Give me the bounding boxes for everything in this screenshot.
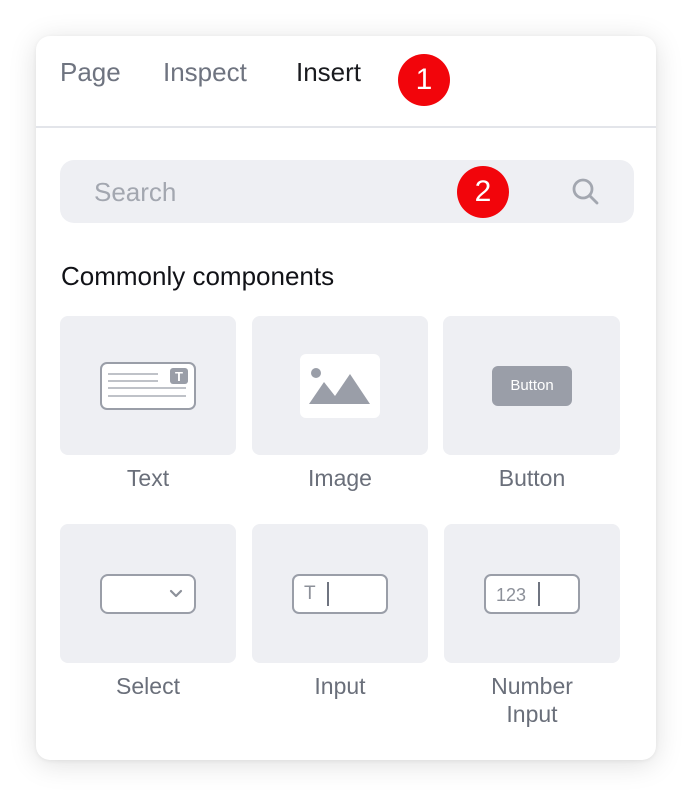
component-tile-number-input[interactable]: 123	[444, 524, 620, 663]
component-tile-button[interactable]: Button	[443, 316, 620, 455]
tab-page[interactable]: Page	[60, 56, 121, 88]
component-label-select: Select	[116, 673, 180, 699]
component-label-input: Input	[314, 673, 366, 699]
insert-panel: Page Inspect Insert 1 2 Commonly compone…	[36, 36, 656, 760]
text-icon: T	[100, 362, 196, 410]
section-title: Commonly components	[61, 261, 335, 291]
annotation-badge-2: 2	[457, 166, 509, 218]
component-label-image: Image	[308, 465, 372, 491]
number-input-icon: 123	[484, 574, 580, 614]
component-label-button: Button	[498, 465, 566, 491]
component-label-text: Text	[126, 465, 170, 491]
text-cursor	[327, 582, 329, 606]
tab-inspect[interactable]: Inspect	[163, 56, 247, 88]
text-cursor	[538, 582, 540, 606]
number-input-preview-text: 123	[496, 585, 527, 605]
image-icon	[300, 354, 380, 418]
tab-insert[interactable]: Insert	[296, 56, 361, 88]
component-tile-text[interactable]: T	[60, 316, 236, 455]
tab-bar: Page Inspect Insert 1	[36, 36, 656, 128]
annotation-badge-1: 1	[398, 54, 450, 106]
component-label-line: Input	[506, 701, 558, 727]
search-bar: 2	[60, 160, 634, 223]
input-icon: T	[292, 574, 388, 614]
component-tile-image[interactable]	[252, 316, 428, 455]
component-label-number-input: Number Input	[444, 672, 620, 728]
component-label-line: Number	[491, 673, 573, 699]
component-tile-input[interactable]: T	[252, 524, 428, 663]
search-input[interactable]	[92, 174, 446, 210]
component-tile-select[interactable]	[60, 524, 236, 663]
select-icon	[100, 574, 196, 614]
input-preview-text: T	[304, 583, 316, 604]
search-icon[interactable]	[570, 176, 602, 208]
button-icon: Button	[492, 366, 572, 406]
svg-text:T: T	[175, 369, 183, 384]
